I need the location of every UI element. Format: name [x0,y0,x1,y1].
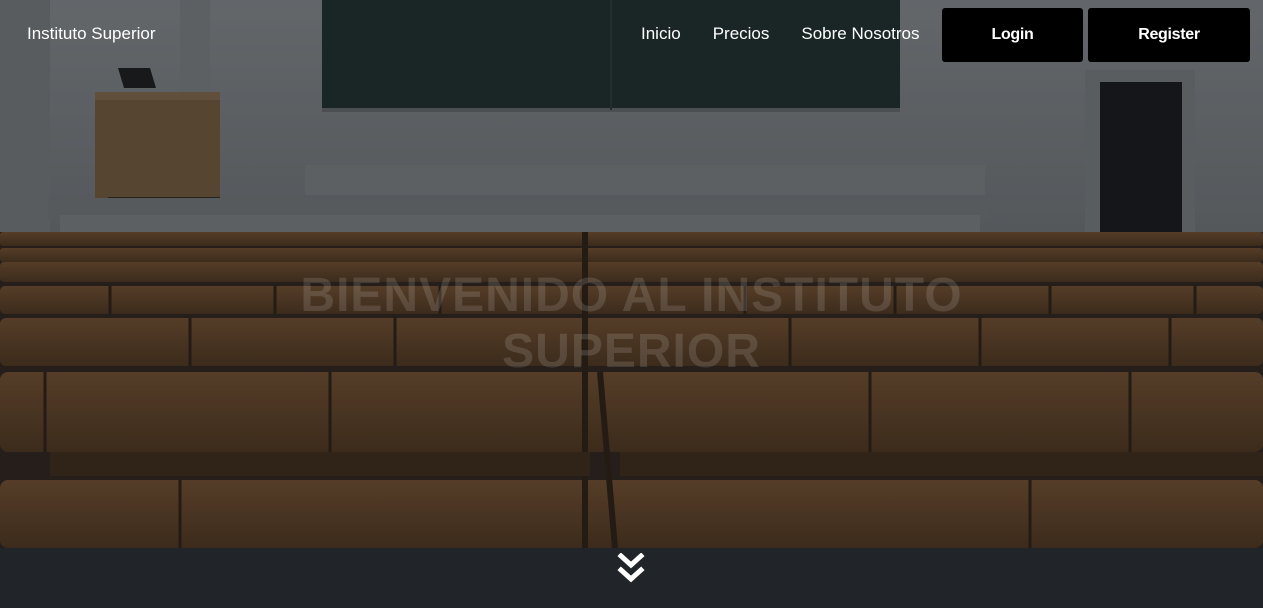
navbar: Instituto Superior Inicio Precios Sobre … [0,0,1263,70]
hero-section: Bienvenido al Instituto Superior [0,0,1263,548]
hero-title: Bienvenido al Instituto Superior [0,268,1263,380]
hero-title-line2: Superior [502,325,761,378]
login-button[interactable]: Login [942,8,1083,62]
hero-title-line1: Bienvenido al Instituto [300,269,963,322]
register-button[interactable]: Register [1088,8,1250,62]
nav-links: Inicio Precios Sobre Nosotros [641,24,920,44]
nav-link-inicio[interactable]: Inicio [641,24,681,44]
nav-link-sobre-nosotros[interactable]: Sobre Nosotros [801,24,919,44]
double-chevron-down-icon[interactable] [617,553,645,585]
brand-link[interactable]: Instituto Superior [27,24,156,44]
nav-link-precios[interactable]: Precios [713,24,770,44]
